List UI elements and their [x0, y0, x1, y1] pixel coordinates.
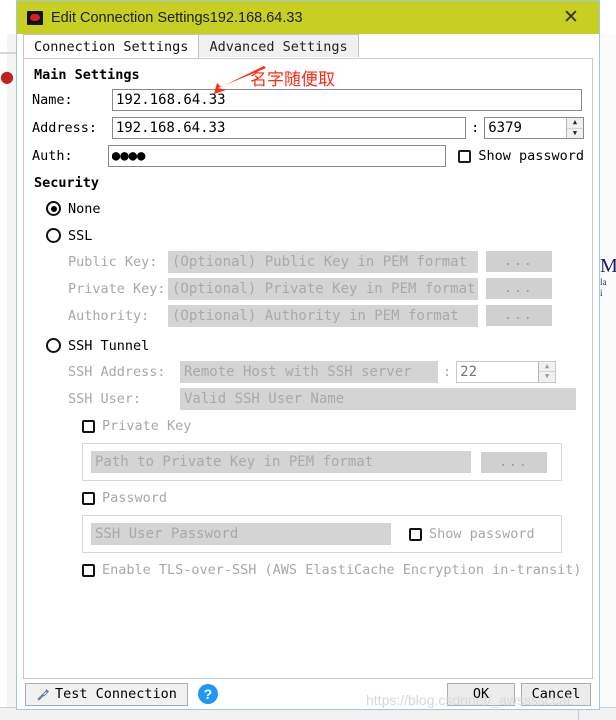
ssh-private-key-path-input	[91, 451, 471, 473]
ssh-user-label: SSH User:	[68, 390, 142, 407]
auth-input[interactable]	[107, 145, 447, 167]
main-settings-heading: Main Settings	[34, 67, 140, 83]
ssh-port-decrement-icon: ▼	[539, 372, 556, 382]
tab-connection-settings[interactable]: Connection Settings	[23, 34, 200, 58]
port-stepper-buttons[interactable]: ▲ ▼	[566, 118, 583, 138]
close-icon[interactable]: ✕	[549, 1, 593, 34]
ssh-user-row: SSH User:	[68, 386, 584, 411]
ssh-address-label: SSH Address:	[68, 363, 166, 380]
test-connection-button[interactable]: Test Connection	[25, 682, 188, 706]
auth-label: Auth:	[32, 148, 73, 164]
port-input[interactable]	[485, 118, 566, 138]
dialog-footer: Test Connection ? OK Cancel	[17, 679, 599, 709]
ssh-private-key-label: Private Key	[102, 418, 192, 434]
test-connection-label: Test Connection	[55, 686, 177, 702]
address-row: Address: : ▲ ▼	[32, 115, 584, 141]
security-option-none[interactable]: None	[46, 195, 584, 222]
ssh-show-password-checkbox	[409, 527, 422, 541]
background-right-text-main: M	[600, 255, 616, 277]
ssh-password-label: Password	[102, 490, 168, 506]
ssh-port-input	[457, 361, 539, 382]
ssh-password-input	[91, 523, 391, 545]
private-key-row: Private Key: ...	[68, 276, 584, 301]
address-port-separator: :	[471, 120, 480, 136]
tab-bar: Connection Settings Advanced Settings	[17, 34, 599, 58]
background-right-text-sub2: i	[600, 288, 603, 298]
background-left-edge	[0, 34, 7, 720]
redis-tree-icon: ●	[0, 68, 14, 86]
ssh-port-stepper-buttons: ▲ ▼	[538, 361, 556, 382]
port-stepper[interactable]: ▲ ▼	[484, 117, 584, 139]
ssh-password-checkbox-row[interactable]: Password	[82, 485, 584, 511]
tab-advanced-settings[interactable]: Advanced Settings	[198, 34, 359, 58]
public-key-input	[168, 250, 478, 273]
ssh-address-row: SSH Address: : ▲ ▼	[68, 359, 584, 384]
authority-input	[168, 304, 478, 327]
edit-connection-dialog: Edit Connection Settings192.168.64.33 ✕ …	[16, 0, 600, 710]
security-option-ssh-tunnel-label: SSH Tunnel	[68, 337, 150, 354]
tls-over-ssh-checkbox	[82, 563, 95, 577]
ssh-password-checkbox	[82, 491, 95, 505]
background-right-text: M la i	[600, 255, 616, 299]
dialog-titlebar: Edit Connection Settings192.168.64.33 ✕	[17, 1, 599, 34]
authority-browse-button: ...	[486, 305, 552, 326]
ssh-user-input	[180, 387, 576, 410]
cancel-button[interactable]: Cancel	[521, 682, 591, 706]
security-option-ssl-label: SSL	[68, 227, 93, 244]
tls-over-ssh-label: Enable TLS-over-SSH (AWS ElastiCache Enc…	[102, 562, 582, 578]
ssh-show-password-label: Show password	[429, 526, 535, 542]
ssh-port-increment-icon: ▲	[539, 361, 556, 372]
security-option-ssl[interactable]: SSL	[46, 222, 584, 249]
ssh-private-key-checkbox	[82, 419, 95, 433]
radio-none-icon[interactable]	[46, 201, 61, 216]
radio-ssh-tunnel-icon[interactable]	[46, 338, 61, 353]
port-increment-icon[interactable]: ▲	[567, 118, 583, 129]
port-decrement-icon[interactable]: ▼	[567, 128, 583, 138]
public-key-row: Public Key: ...	[68, 249, 584, 274]
security-heading: Security	[34, 175, 100, 191]
auth-row: Auth: Show password	[32, 143, 584, 169]
radio-ssl-icon[interactable]	[46, 228, 61, 243]
authority-row: Authority: ...	[68, 303, 584, 328]
show-password-checkbox[interactable]	[458, 149, 472, 163]
address-label: Address:	[32, 120, 98, 136]
plug-icon	[37, 688, 49, 700]
authority-label: Authority:	[68, 307, 150, 324]
address-input[interactable]	[111, 117, 467, 139]
public-key-browse-button: ...	[486, 251, 552, 272]
private-key-label: Private Key:	[68, 280, 166, 297]
ssh-address-input	[180, 360, 438, 383]
private-key-input	[168, 277, 478, 300]
security-option-ssh-tunnel[interactable]: SSH Tunnel	[46, 332, 584, 359]
ssh-private-key-checkbox-row[interactable]: Private Key	[82, 413, 584, 439]
background-right-text-sub1: la	[600, 277, 607, 287]
ssh-password-group: Show password	[82, 515, 562, 553]
show-password-label: Show password	[478, 148, 584, 164]
ssh-private-key-group: ...	[82, 443, 562, 481]
ssh-address-port-separator: :	[443, 363, 452, 380]
tls-over-ssh-row[interactable]: Enable TLS-over-SSH (AWS ElastiCache Enc…	[82, 557, 584, 583]
redis-app-icon	[27, 10, 43, 25]
public-key-label: Public Key:	[68, 253, 158, 270]
security-option-none-label: None	[68, 200, 101, 217]
name-input[interactable]	[112, 89, 582, 111]
name-label: Name:	[32, 92, 73, 108]
private-key-browse-button: ...	[486, 278, 552, 299]
ssh-private-key-browse-button: ...	[481, 451, 547, 473]
dialog-title: Edit Connection Settings192.168.64.33	[51, 9, 303, 26]
ssh-port-stepper: ▲ ▼	[456, 360, 557, 383]
ok-button[interactable]: OK	[447, 682, 515, 706]
help-icon[interactable]: ?	[197, 684, 218, 704]
connection-settings-panel: Main Settings Name: Address: : ▲ ▼ Auth:	[23, 58, 593, 679]
name-row: Name:	[32, 87, 584, 113]
